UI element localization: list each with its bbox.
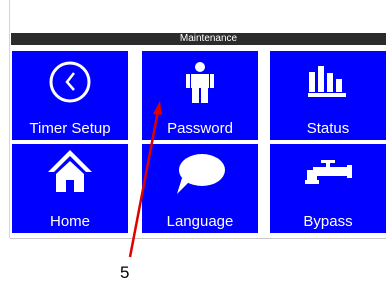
home-button[interactable]: Home bbox=[12, 144, 128, 233]
password-label: Password bbox=[167, 120, 233, 137]
left-border-line bbox=[9, 0, 10, 238]
clock-icon bbox=[49, 61, 91, 103]
bottom-border-line bbox=[10, 238, 386, 239]
language-label: Language bbox=[166, 213, 234, 230]
maintenance-screen: Maintenance Timer Setup Password Status bbox=[11, 33, 386, 238]
timer-setup-button[interactable]: Timer Setup bbox=[12, 51, 128, 140]
callout-number: 5 bbox=[120, 263, 130, 282]
home-label: Home bbox=[49, 213, 90, 230]
bypass-button[interactable]: Bypass bbox=[270, 144, 386, 233]
password-button[interactable]: Password bbox=[142, 51, 258, 140]
house-icon bbox=[48, 150, 92, 192]
status-label: Status bbox=[306, 120, 350, 137]
timer-setup-label: Timer Setup bbox=[29, 120, 111, 137]
language-button[interactable]: Language bbox=[142, 144, 258, 233]
person-icon bbox=[186, 62, 214, 103]
bypass-label: Bypass bbox=[303, 213, 353, 230]
speech-bubble-icon bbox=[177, 154, 225, 194]
screen-title: Maintenance bbox=[179, 33, 238, 44]
bar-chart-icon bbox=[308, 66, 346, 97]
status-button[interactable]: Status bbox=[270, 51, 386, 140]
screen-title-bar: Maintenance bbox=[11, 33, 386, 45]
valve-pipe-icon bbox=[305, 160, 352, 184]
